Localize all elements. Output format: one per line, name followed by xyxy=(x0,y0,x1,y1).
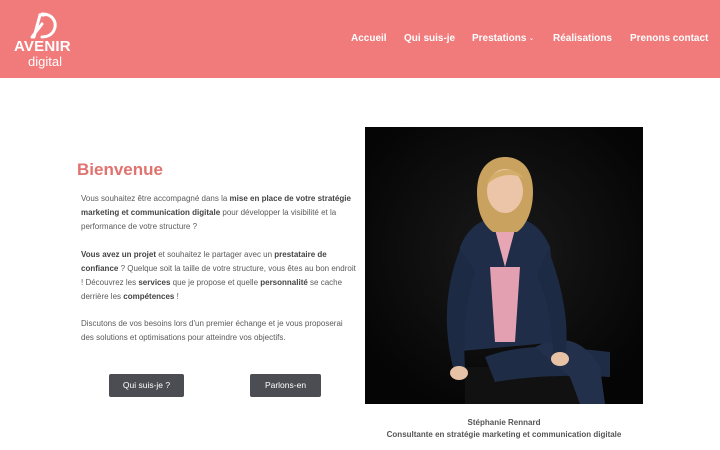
nav-item-accueil[interactable]: Accueil xyxy=(351,33,387,44)
nav-item-prestations[interactable]: Prestations ⌄ xyxy=(472,33,534,44)
chevron-down-icon: ⌄ xyxy=(528,35,535,42)
project-paragraph: Vous avez un projet et souhaitez le part… xyxy=(81,248,356,304)
nav-item-qui-suis-je[interactable]: Qui suis-je xyxy=(404,33,455,44)
emphasis-text: Vous avez un projet xyxy=(81,250,156,259)
body-text: et souhaitez le partager avec un xyxy=(155,250,275,259)
logo-subtitle: digital xyxy=(28,54,62,69)
portrait-role: Consultante en stratégie marketing et co… xyxy=(386,430,622,439)
welcome-heading: Bienvenue xyxy=(77,160,163,179)
intro-paragraph: Vous souhaitez être accompagné dans la m… xyxy=(81,192,356,234)
nav-item-prenons-contact[interactable]: Prenons contact xyxy=(630,33,708,44)
emphasis-text: compétences xyxy=(123,292,175,301)
contact-button[interactable]: Parlons-en xyxy=(250,374,321,397)
nav-item-realisations[interactable]: Réalisations xyxy=(553,33,612,44)
portrait-photo xyxy=(365,127,643,404)
main-nav: Accueil Qui suis-je Prestations ⌄ Réalisa… xyxy=(0,33,720,47)
body-text: que je propose et quelle xyxy=(170,278,261,287)
body-text: Vous souhaitez être accompagné dans la xyxy=(81,194,230,203)
emphasis-text: personnalité xyxy=(260,278,308,287)
body-text: ! xyxy=(174,292,179,301)
emphasis-text: services xyxy=(138,278,171,287)
nav-item-prestations-label: Prestations xyxy=(472,33,527,44)
site-header: AVENIR digital Accueil Qui suis-je Prest… xyxy=(0,0,720,78)
about-button[interactable]: Qui suis-je ? xyxy=(109,374,184,397)
body-text: Discutons de vos besoins lors d'un premi… xyxy=(81,319,343,342)
discussion-paragraph: Discutons de vos besoins lors d'un premi… xyxy=(81,317,356,345)
portrait-illustration xyxy=(365,127,643,404)
portrait-name: Stéphanie Rennard xyxy=(467,418,541,427)
